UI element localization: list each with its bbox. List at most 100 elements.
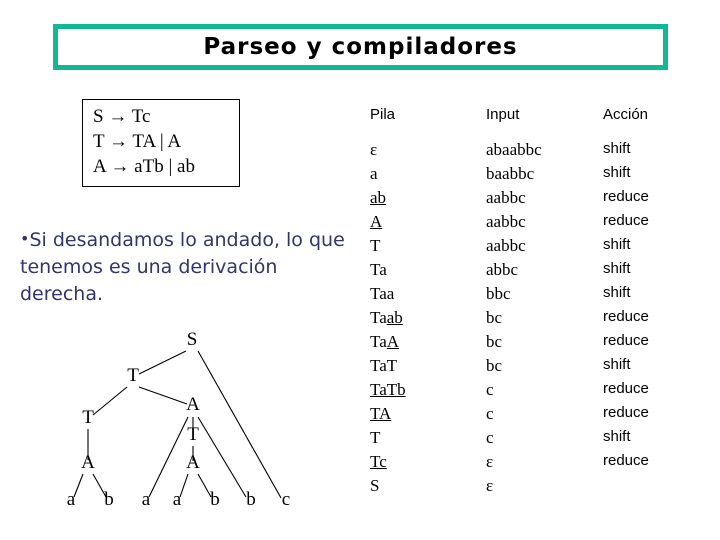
stack-prefix: Ta — [370, 308, 387, 327]
stack-prefix: T — [370, 428, 381, 447]
tree-edge — [138, 350, 187, 375]
stack-prefix: Ta — [370, 332, 387, 351]
cell-input: baabbc — [486, 164, 535, 183]
cell-stack: TA — [370, 404, 391, 424]
grammar-box: S → Tc T → TA | A A → aTb | ab — [82, 99, 240, 187]
cell-input: c — [486, 404, 494, 423]
table-body: ε abaabbc shift a baabbc shift ab aabbc reduce Aa… — [370, 140, 700, 500]
cell-action: reduce — [603, 452, 649, 469]
table-row: TaTb c reduce — [370, 380, 700, 404]
table-row: Taabbc shift — [370, 236, 700, 260]
stack-prefix: ε — [370, 140, 378, 159]
table-header-row: Pila Input Acción — [370, 106, 700, 140]
stack-handle: TA — [370, 404, 392, 423]
tree-node: A — [186, 452, 200, 473]
table-row: TA c reduce — [370, 404, 700, 428]
cell-input: abaabbc — [486, 140, 542, 159]
cell-input: aabbc — [486, 188, 526, 207]
cell-stack: TaT — [370, 356, 397, 376]
table-row: Tc shift — [370, 428, 700, 452]
cell-action: reduce — [603, 212, 649, 229]
title-box: Parseo y compiladores — [53, 24, 668, 70]
table-row: ab aabbc reduce — [370, 188, 700, 212]
tree-node: T — [82, 407, 94, 428]
parse-trace-table: Pila Input Acción ε abaabbc shift a baabbc sh… — [370, 106, 700, 500]
tree-edge — [197, 416, 247, 498]
table-row: Taa bbc shift — [370, 284, 700, 308]
grammar-rule: S → Tc — [93, 106, 151, 127]
cell-input: c — [486, 428, 494, 447]
tree-edge — [138, 386, 188, 405]
tree-node: c — [282, 489, 290, 510]
stack-prefix: TaT — [370, 356, 398, 375]
cell-input: bc — [486, 332, 503, 351]
cell-action: reduce — [603, 404, 649, 421]
cell-action: shift — [603, 236, 631, 253]
stack-prefix: a — [370, 164, 378, 183]
grammar-rule: T → TA | A — [93, 131, 182, 152]
table-row: Aaabbc reduce — [370, 212, 700, 236]
tree-node: b — [104, 489, 114, 510]
cell-input: bbc — [486, 284, 511, 303]
column-header-action: Acción — [603, 106, 649, 123]
table-row: Tc ε reduce — [370, 452, 700, 476]
table-row: TaA bc reduce — [370, 332, 700, 356]
table-row: Ta abbc shift — [370, 260, 700, 284]
table-row: TaT bc shift — [370, 356, 700, 380]
table-row: ε abaabbc shift — [370, 140, 700, 164]
tree-edge — [148, 416, 189, 498]
column-header-stack: Pila — [370, 106, 396, 123]
cell-stack: S — [370, 476, 379, 496]
stack-handle: A — [386, 332, 400, 351]
cell-action: shift — [603, 164, 631, 181]
cell-input: ε — [486, 476, 494, 495]
cell-input: abbc — [486, 260, 519, 279]
stack-prefix: T — [370, 236, 381, 255]
cell-action: reduce — [603, 308, 649, 325]
tree-node: b — [246, 489, 256, 510]
cell-action: shift — [603, 428, 631, 445]
cell-input: aabbc — [486, 236, 526, 255]
cell-stack: ε — [370, 140, 377, 160]
cell-action: shift — [603, 284, 631, 301]
cell-action: reduce — [603, 188, 649, 205]
cell-action: reduce — [603, 332, 649, 349]
tree-edge — [73, 473, 84, 498]
tree-node: A — [81, 452, 95, 473]
tree-node: T — [127, 365, 139, 386]
tree-edge — [92, 386, 128, 416]
stack-handle: Tc — [370, 452, 387, 471]
tree-node: a — [173, 489, 182, 510]
stack-prefix: Ta — [370, 260, 387, 279]
tree-node: b — [210, 489, 220, 510]
tree-node: a — [67, 489, 76, 510]
cell-action: shift — [603, 140, 631, 157]
parse-tree: STTAATAabaabbc — [0, 325, 340, 525]
stack-handle: ab — [386, 308, 403, 327]
cell-stack: Ta — [370, 260, 387, 280]
cell-action: shift — [603, 260, 631, 277]
parse-tree-nodes: STTAATAa b a a b b c — [67, 329, 290, 510]
stack-handle: A — [370, 212, 383, 231]
cell-stack: TaTb — [370, 380, 406, 400]
stack-handle: ab — [370, 188, 387, 207]
tree-edge — [197, 350, 282, 499]
cell-stack: Taab — [370, 308, 403, 328]
tree-node: S — [187, 329, 198, 350]
table-row: a baabbc shift — [370, 164, 700, 188]
bullet-text: Si desandamos lo andado, lo que tenemos … — [20, 229, 345, 305]
cell-stack: A — [370, 212, 382, 232]
cell-action: reduce — [603, 380, 649, 397]
stack-prefix: S — [370, 476, 380, 495]
table-row: Taab bc reduce — [370, 308, 700, 332]
cell-stack: Tc — [370, 452, 387, 472]
slide-canvas: Parseo y compiladores S → Tc T → TA | A … — [0, 0, 720, 540]
cell-input: bc — [486, 308, 503, 327]
parse-tree-svg: STTAATAa b a a b b c — [67, 329, 290, 510]
tree-node: A — [186, 394, 200, 415]
tree-edge — [197, 473, 212, 498]
cell-stack: TaA — [370, 332, 399, 352]
cell-stack: Taa — [370, 284, 394, 304]
cell-input: c — [486, 380, 494, 399]
cell-input: aabbc — [486, 212, 526, 231]
